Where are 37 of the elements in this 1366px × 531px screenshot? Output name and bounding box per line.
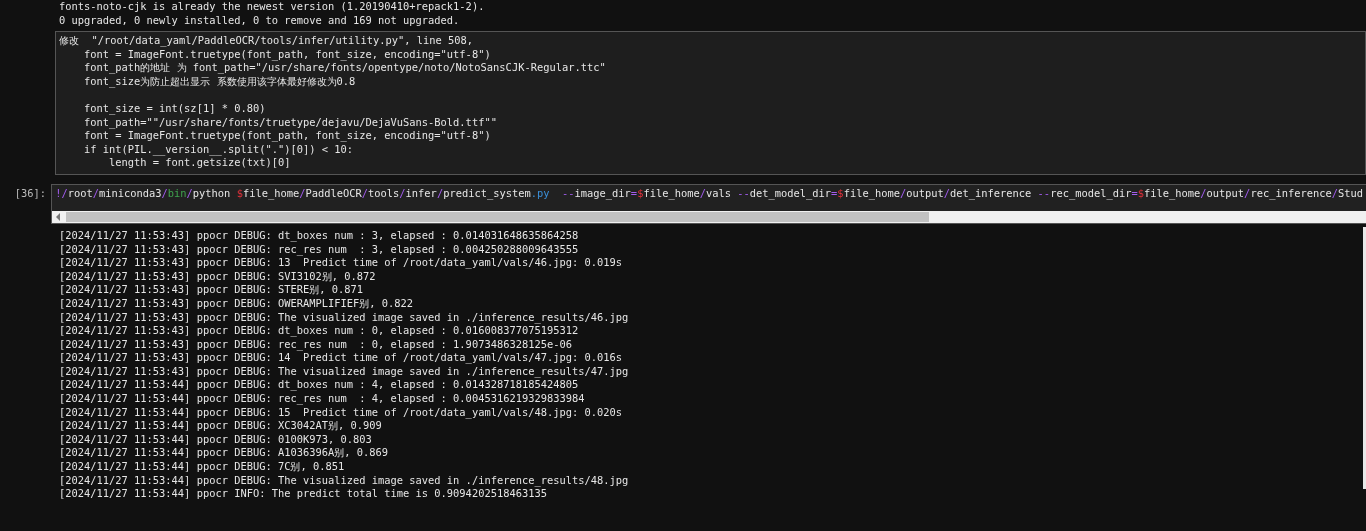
output-line: [2024/11/27 11:53:44] ppocr DEBUG: dt_boxes num : 4, elapsed : 0.014328718185424805 bbox=[59, 378, 580, 393]
code-line: font = ImageFont.truetype(font_path, font_size, encoding="utf-8") bbox=[83, 47, 491, 60]
output-line: [2024/11/27 11:53:44] ppocr DEBUG: A1036396A别, 0.869 bbox=[59, 446, 390, 461]
output-line: [2024/11/27 11:53:43] ppocr DEBUG: dt_boxes num : 3, elapsed : 0.014031648635864258 bbox=[59, 228, 580, 243]
code-line: font_path的地址 为 font_path="/usr/share/fonts/opentype/noto/NotoSansCJK-Regular.ttc" bbox=[83, 61, 606, 74]
output-line: [2024/11/27 11:53:43] ppocr DEBUG: SVI3102别, 0.872 bbox=[59, 269, 377, 284]
output-line: [2024/11/27 11:53:43] ppocr DEBUG: dt_boxes num : 0, elapsed : 0.016008377075195312 bbox=[59, 324, 580, 338]
code-line: font_size = int(sz[1] * 0.80) bbox=[83, 101, 266, 114]
output-line: fonts-noto-cjk is already the newest version (1.20190410+repack1-2). bbox=[59, 0, 486, 14]
vertical-scrollbar[interactable] bbox=[1363, 226, 1366, 489]
code-line: 修改 "/root/data_yaml/PaddleOCR/tools/infer/utility.py", line 508, bbox=[59, 34, 474, 46]
cell-prompt: [36]: bbox=[13, 185, 48, 201]
code-line: font_size为防止超出显示 系数使用该字体最好修改为0.8 bbox=[83, 74, 356, 87]
scrollbar-thumb[interactable] bbox=[66, 211, 930, 222]
output-line: [2024/11/27 11:53:43] ppocr DEBUG: 13 Predict time of /root/data_yaml/vals/46.jpg: 0.019s bbox=[59, 256, 623, 270]
scroll-left-icon[interactable] bbox=[54, 212, 63, 221]
output-line: [2024/11/27 11:53:44] ppocr DEBUG: The visualized image saved in ./inference_results/48.jpg bbox=[59, 473, 630, 488]
output-line: [2024/11/27 11:53:44] ppocr DEBUG: 7C别, 0.851 bbox=[59, 460, 346, 474]
output-line: 0 upgraded, 0 newly installed, 0 to remove and 169 not upgraded. bbox=[59, 13, 461, 28]
output-line: [2024/11/27 11:53:44] ppocr DEBUG: XC3042AT别, 0.909 bbox=[59, 419, 383, 433]
code-editor[interactable]: !/root/miniconda3/bin/python $file_home/PaddleOCR/tools/infer/predict_system.py --image_dir=$file_home/vals --det_model_dir=$file_home/output/det_inference --rec_model_dir=$file_home/output/rec_inference/Stud bbox=[51, 183, 1366, 224]
horizontal-scrollbar[interactable] bbox=[52, 210, 1366, 223]
output-line: [2024/11/27 11:53:43] ppocr DEBUG: STERE别, 0.871 bbox=[59, 283, 365, 297]
output-line: [2024/11/27 11:53:44] ppocr INFO: The predict total time is 0.9094202518463135 bbox=[59, 487, 548, 501]
output-line: [2024/11/27 11:53:43] ppocr DEBUG: rec_res num : 0, elapsed : 1.9073486328125e-06 bbox=[59, 337, 573, 352]
output-line: [2024/11/27 11:53:43] ppocr DEBUG: OWERAMPLIFIEF别, 0.822 bbox=[59, 296, 415, 311]
code-line: if int(PIL.__version__.split(".")[0]) < 10: bbox=[83, 142, 354, 155]
code-line: length = font.getsize(txt)[0] bbox=[108, 156, 291, 169]
output-line: [2024/11/27 11:53:44] ppocr DEBUG: 0100K973, 0.803 bbox=[59, 432, 373, 447]
output-line: [2024/11/27 11:53:43] ppocr DEBUG: 14 Predict time of /root/data_yaml/vals/47.jpg: 0.016s bbox=[59, 351, 623, 365]
output-line: [2024/11/27 11:53:44] ppocr DEBUG: 15 Predict time of /root/data_yaml/vals/48.jpg: 0.020s bbox=[59, 405, 623, 420]
code-line: font_path=""/usr/share/fonts/truetype/dejavu/DejaVuSans-Bold.ttf"" bbox=[83, 115, 497, 128]
code-line: font = ImageFont.truetype(font_path, font_size, encoding="utf-8") bbox=[83, 129, 491, 142]
output-line: [2024/11/27 11:53:43] ppocr DEBUG: rec_res num : 3, elapsed : 0.004250288009643555 bbox=[59, 242, 580, 257]
output-line: [2024/11/27 11:53:43] ppocr DEBUG: The visualized image saved in ./inference_results/46.jpg bbox=[59, 310, 630, 325]
output-line: [2024/11/27 11:53:44] ppocr DEBUG: rec_res num : 4, elapsed : 0.0045316219329833984 bbox=[59, 392, 586, 406]
output-line: [2024/11/27 11:53:43] ppocr DEBUG: The visualized image saved in ./inference_results/47.jpg bbox=[59, 364, 630, 379]
